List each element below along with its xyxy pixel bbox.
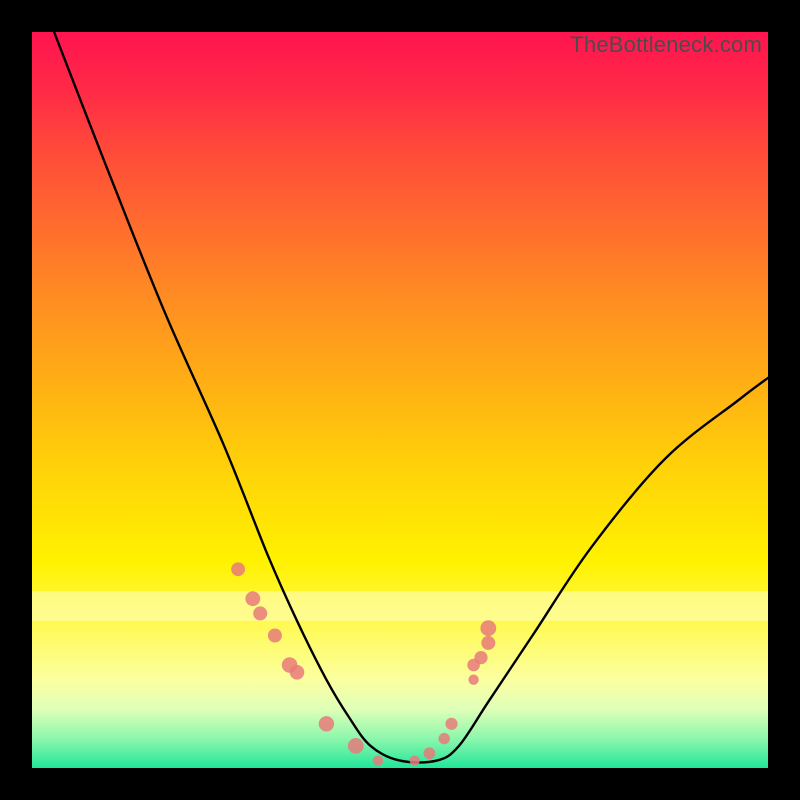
marker-dot [348,738,364,754]
marker-dot [474,651,487,664]
marker-dot [373,755,383,765]
marker-dot [424,747,436,759]
marker-dot [253,606,267,620]
marker-dot [439,733,450,744]
marker-dot [268,629,282,643]
marker-dot [468,675,478,685]
marker-dot [319,716,334,731]
watermark-text: TheBottleneck.com [570,32,762,58]
highlight-band [32,591,768,620]
plot-area: TheBottleneck.com [32,32,768,768]
marker-dot [481,636,495,650]
marker-dot [245,591,260,606]
chart-svg [32,32,768,768]
marker-dot [445,718,457,730]
marker-dot [290,665,305,680]
chart-frame: TheBottleneck.com [0,0,800,800]
bottleneck-curve [54,32,768,762]
marker-dot [231,562,245,576]
marker-dot [410,756,420,766]
marker-dot [480,620,496,636]
